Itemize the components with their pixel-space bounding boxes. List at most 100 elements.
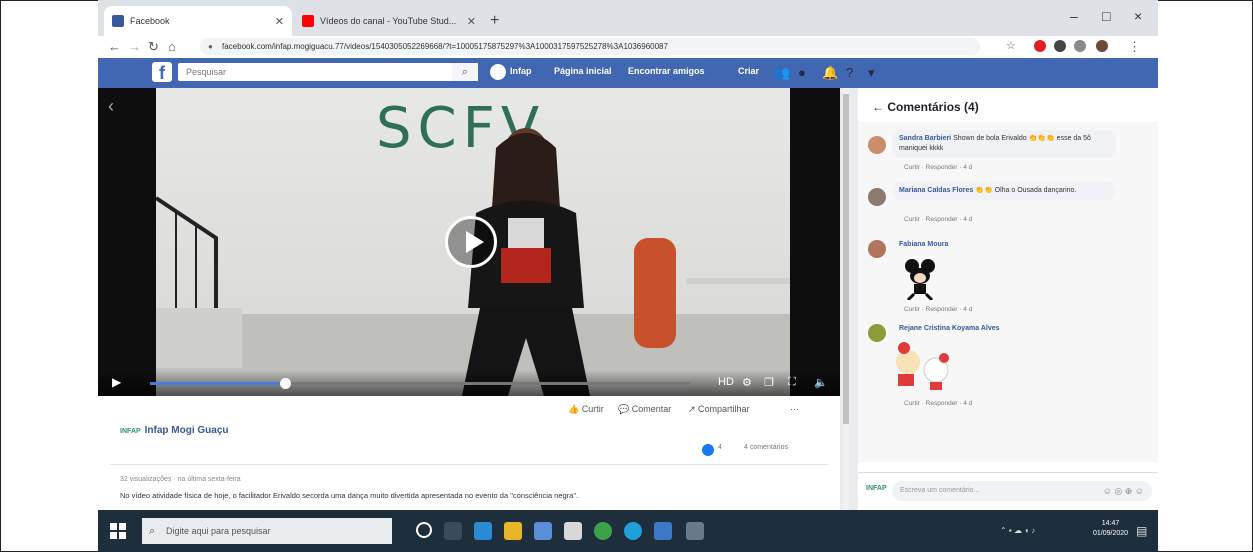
chrome-icon[interactable]	[534, 522, 552, 540]
friends-icon[interactable]: 👥	[774, 65, 790, 81]
edge-icon[interactable]	[474, 522, 492, 540]
search-icon: ⌕	[149, 525, 156, 537]
clock-date: 01/09/2020	[1093, 530, 1129, 537]
play-icon[interactable]: ▶	[112, 375, 121, 389]
messenger-icon[interactable]: ●	[798, 65, 806, 80]
post-details: 👍 Curtir 💬 Comentar ↗ Compartilhar ··· I…	[98, 396, 840, 510]
volume-icon[interactable]: 🔈	[814, 376, 828, 389]
extension-icon[interactable]	[1054, 40, 1066, 52]
file-explorer-icon[interactable]	[504, 522, 522, 540]
taskbar-search-input[interactable]: ⌕ Digite aqui para pesquisar	[142, 518, 392, 544]
reaction-icon[interactable]	[702, 444, 714, 456]
picture-in-picture-icon[interactable]: ❐	[764, 376, 774, 389]
nav-profile[interactable]: Infap	[510, 66, 532, 76]
nav-home[interactable]: Página inicial	[554, 66, 612, 76]
search-icon[interactable]: ⌕	[452, 63, 478, 81]
close-icon[interactable]: ✕	[467, 15, 476, 28]
avatar[interactable]	[868, 188, 886, 206]
video-player[interactable]: SCFV ‹ ▶ HD ⚙ ❐ ⛶ 🔈	[98, 88, 840, 396]
new-tab-button[interactable]: +	[490, 12, 499, 30]
comment-count[interactable]: 4 comentários	[744, 444, 788, 451]
avatar[interactable]	[868, 136, 886, 154]
back-icon[interactable]: ←	[108, 39, 121, 54]
share-label: Compartilhar	[698, 404, 750, 414]
share-button[interactable]: ↗ Compartilhar	[688, 404, 750, 415]
avatar[interactable]	[868, 324, 886, 342]
help-icon[interactable]: ?	[846, 65, 853, 80]
progress-handle[interactable]	[280, 378, 291, 389]
profile-avatar[interactable]	[490, 64, 506, 80]
close-icon[interactable]: ✕	[275, 15, 284, 28]
comments-header[interactable]: ← Comentários (4)	[872, 100, 979, 114]
app-icon[interactable]	[594, 522, 612, 540]
nav-create[interactable]: Criar	[738, 66, 759, 76]
tab-youtube-studio[interactable]: Vídeos do canal - YouTube Stud... ✕	[294, 6, 484, 36]
main-content: SCFV ‹ ▶ HD ⚙ ❐ ⛶ 🔈 👍 Curtir 💬 Comentar …	[98, 88, 1158, 511]
more-options-button[interactable]: ···	[790, 404, 799, 414]
app-icon[interactable]	[654, 522, 672, 540]
sticker-image	[896, 342, 949, 390]
cortana-icon[interactable]	[416, 522, 432, 538]
app-icon[interactable]	[686, 522, 704, 540]
comment-author[interactable]: Sandra Barbieri	[899, 135, 951, 142]
tab-title: Vídeos do canal - YouTube Stud...	[320, 16, 457, 26]
avatar[interactable]	[868, 240, 886, 258]
progress-bar[interactable]	[150, 378, 690, 389]
screenshot: Facebook ✕ Vídeos do canal - YouTube Stu…	[98, 0, 1158, 552]
task-view-icon[interactable]	[444, 522, 462, 540]
system-tray-icons[interactable]: ⌃ ▪ ☁ ◖ ♪	[1000, 526, 1035, 535]
page-logo: INFAP	[120, 428, 141, 435]
comment-author[interactable]: Fabiana Moura	[899, 241, 948, 248]
quality-icon[interactable]: HD	[718, 376, 734, 388]
forward-icon[interactable]: →	[128, 39, 141, 54]
tab-facebook[interactable]: Facebook ✕	[104, 6, 292, 36]
nav-find-friends[interactable]: Encontrar amigos	[628, 66, 705, 76]
page-name[interactable]: INFAP Infap Mogi Guaçu	[120, 425, 229, 436]
page-name-text: Infap Mogi Guaçu	[144, 425, 229, 436]
comment-button[interactable]: 💬 Comentar	[618, 404, 671, 415]
minimize-button[interactable]: –	[1070, 8, 1078, 24]
windows-start-icon[interactable]	[110, 523, 126, 539]
scrollbar[interactable]	[843, 88, 849, 510]
profile-avatar[interactable]	[1096, 40, 1108, 52]
comment-actions[interactable]: Curtir · Responder · 4 d	[904, 400, 972, 407]
comment-text: 👏👏 Olha o Ousada dançarino.	[975, 187, 1077, 194]
taskbar-clock[interactable]: 14:47 01/09/2020	[1093, 519, 1128, 539]
comment-author[interactable]: Mariana Caldas Flores	[899, 187, 973, 194]
maximize-button[interactable]: □	[1102, 8, 1110, 24]
comment-actions[interactable]: Curtir · Responder · 4 d	[904, 306, 972, 313]
reload-icon[interactable]: ↻	[148, 39, 159, 55]
menu-icon[interactable]: ⋮	[1128, 39, 1141, 55]
facebook-search-input[interactable]: Pesquisar ⌕	[178, 63, 478, 81]
notifications-icon[interactable]: 🔔	[822, 65, 838, 81]
notifications-icon[interactable]: ▤	[1136, 524, 1147, 538]
comment-actions[interactable]: Curtir · Responder · 4 d	[904, 164, 972, 171]
comments-title: Comentários (4)	[887, 100, 979, 114]
close-window-button[interactable]: ×	[1134, 8, 1142, 24]
bench	[686, 278, 790, 332]
settings-icon[interactable]: ⚙	[742, 376, 752, 389]
fullscreen-icon[interactable]: ⛶	[788, 376, 796, 389]
punching-bag	[634, 238, 676, 348]
account-menu-icon[interactable]: ▾	[868, 65, 875, 81]
like-label: Curtir	[581, 404, 604, 414]
comment-author[interactable]: Rejane Cristina Koyama Alves	[899, 325, 1000, 332]
back-arrow-icon[interactable]: ‹	[108, 96, 114, 117]
app-icon[interactable]	[624, 522, 642, 540]
address-bar[interactable]: ● facebook.com/infap.mogiguacu.77/videos…	[200, 38, 980, 55]
like-button[interactable]: 👍 Curtir	[568, 404, 604, 415]
reaction-count[interactable]: 4	[718, 444, 722, 451]
scrollbar-thumb[interactable]	[843, 94, 849, 424]
comment-input[interactable]: Escreva um comentário... ☺ ◎ ⊕ ☺	[892, 481, 1152, 501]
store-icon[interactable]	[564, 522, 582, 540]
facebook-logo[interactable]: f	[152, 62, 172, 83]
emoji-icon[interactable]: ☺ ◎ ⊕ ☺	[1103, 481, 1144, 501]
opera-extension-icon[interactable]	[1034, 40, 1046, 52]
comment-actions[interactable]: Curtir · Responder · 4 d	[904, 216, 972, 223]
search-placeholder: Pesquisar	[186, 67, 227, 77]
extension-icon[interactable]	[1074, 40, 1086, 52]
star-icon[interactable]: ☆	[1006, 39, 1016, 52]
taskbar: ⌕ Digite aqui para pesquisar ⌃ ▪ ☁ ◖ ♪ 1…	[98, 510, 1158, 552]
home-icon[interactable]: ⌂	[168, 39, 176, 54]
play-button[interactable]	[445, 216, 497, 268]
